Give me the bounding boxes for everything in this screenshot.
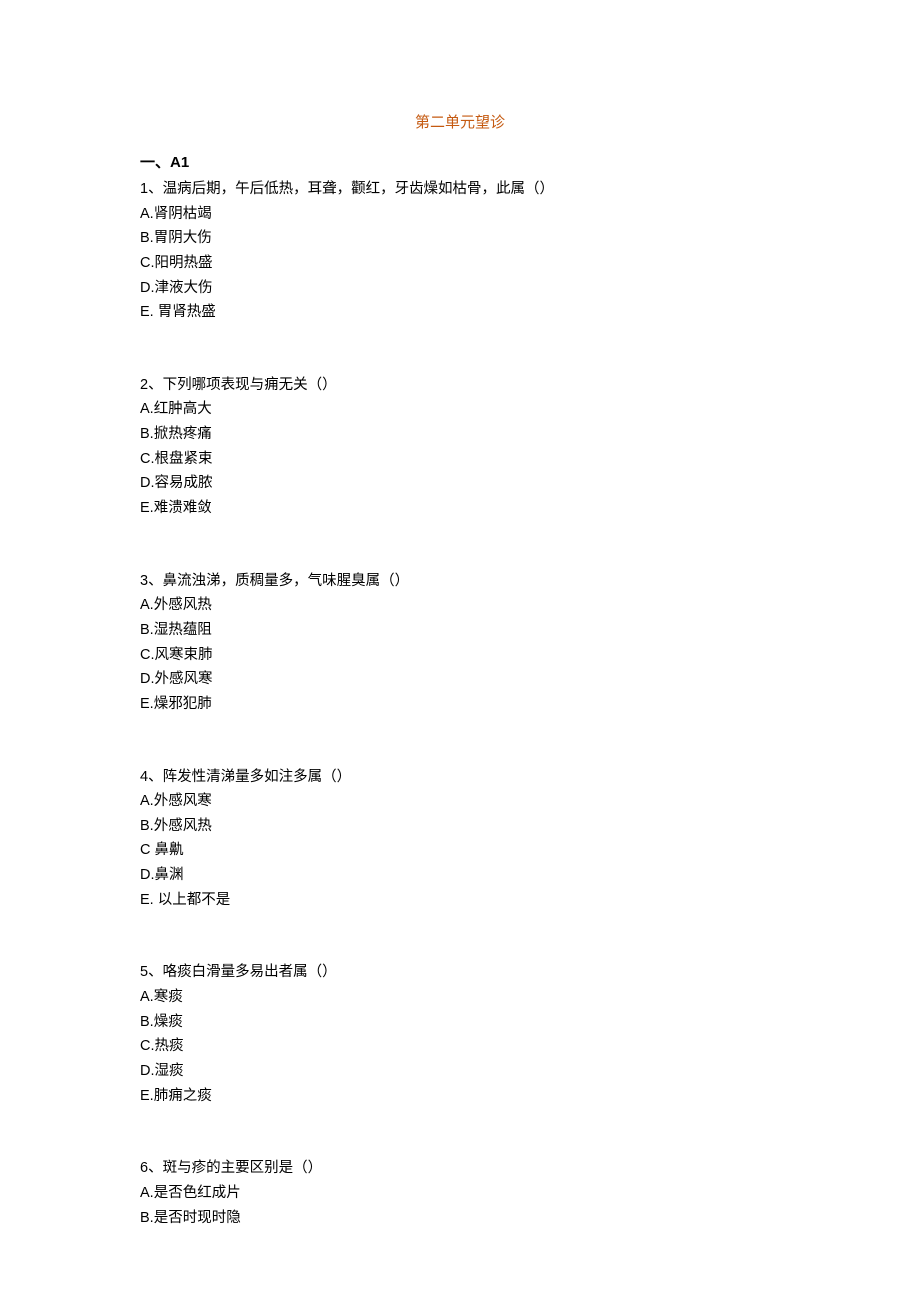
option: C.根盘紧束 <box>140 447 780 472</box>
option: B.胃阴大伤 <box>140 226 780 251</box>
document-title: 第二单元望诊 <box>140 110 780 136</box>
option: C 鼻鼽 <box>140 838 780 863</box>
question-text: 4、阵发性清涕量多如注多属（） <box>140 765 780 790</box>
option: E. 胃肾热盛 <box>140 300 780 325</box>
option: B.外感风热 <box>140 814 780 839</box>
option: E.燥邪犯肺 <box>140 692 780 717</box>
option: D.津液大伤 <box>140 276 780 301</box>
option: A.红肿高大 <box>140 397 780 422</box>
option: E.难溃难敛 <box>140 496 780 521</box>
question-block: 3、鼻流浊涕，质稠量多，气味腥臭属（） A.外感风热 B.湿热蕴阻 C.风寒束肺… <box>140 569 780 717</box>
question-block: 4、阵发性清涕量多如注多属（） A.外感风寒 B.外感风热 C 鼻鼽 D.鼻渊 … <box>140 765 780 913</box>
option: B.掀热疼痛 <box>140 422 780 447</box>
option: E. 以上都不是 <box>140 888 780 913</box>
option: A.肾阴枯竭 <box>140 202 780 227</box>
question-text: 5、咯痰白滑量多易出者属（） <box>140 960 780 985</box>
option: A.外感风寒 <box>140 789 780 814</box>
question-block: 1、温病后期，午后低热，耳聋，颧红，牙齿燥如枯骨，此属（） A.肾阴枯竭 B.胃… <box>140 177 780 325</box>
option: B.是否时现时隐 <box>140 1206 780 1231</box>
option: D.鼻渊 <box>140 863 780 888</box>
option: B.燥痰 <box>140 1010 780 1035</box>
option: A.寒痰 <box>140 985 780 1010</box>
option: C.阳明热盛 <box>140 251 780 276</box>
question-block: 2、下列哪项表现与痈无关（） A.红肿高大 B.掀热疼痛 C.根盘紧束 D.容易… <box>140 373 780 521</box>
option: D.容易成脓 <box>140 471 780 496</box>
option: A.外感风热 <box>140 593 780 618</box>
question-text: 2、下列哪项表现与痈无关（） <box>140 373 780 398</box>
question-text: 3、鼻流浊涕，质稠量多，气味腥臭属（） <box>140 569 780 594</box>
question-block: 5、咯痰白滑量多易出者属（） A.寒痰 B.燥痰 C.热痰 D.湿痰 E.肺痈之… <box>140 960 780 1108</box>
option: C.热痰 <box>140 1034 780 1059</box>
section-header: 一、A1 <box>140 150 780 176</box>
option: D.湿痰 <box>140 1059 780 1084</box>
option: C.风寒束肺 <box>140 643 780 668</box>
option: A.是否色红成片 <box>140 1181 780 1206</box>
question-block: 6、斑与疹的主要区别是（） A.是否色红成片 B.是否时现时隐 <box>140 1156 780 1230</box>
question-text: 6、斑与疹的主要区别是（） <box>140 1156 780 1181</box>
question-text: 1、温病后期，午后低热，耳聋，颧红，牙齿燥如枯骨，此属（） <box>140 177 780 202</box>
option: E.肺痈之痰 <box>140 1084 780 1109</box>
option: D.外感风寒 <box>140 667 780 692</box>
option: B.湿热蕴阻 <box>140 618 780 643</box>
